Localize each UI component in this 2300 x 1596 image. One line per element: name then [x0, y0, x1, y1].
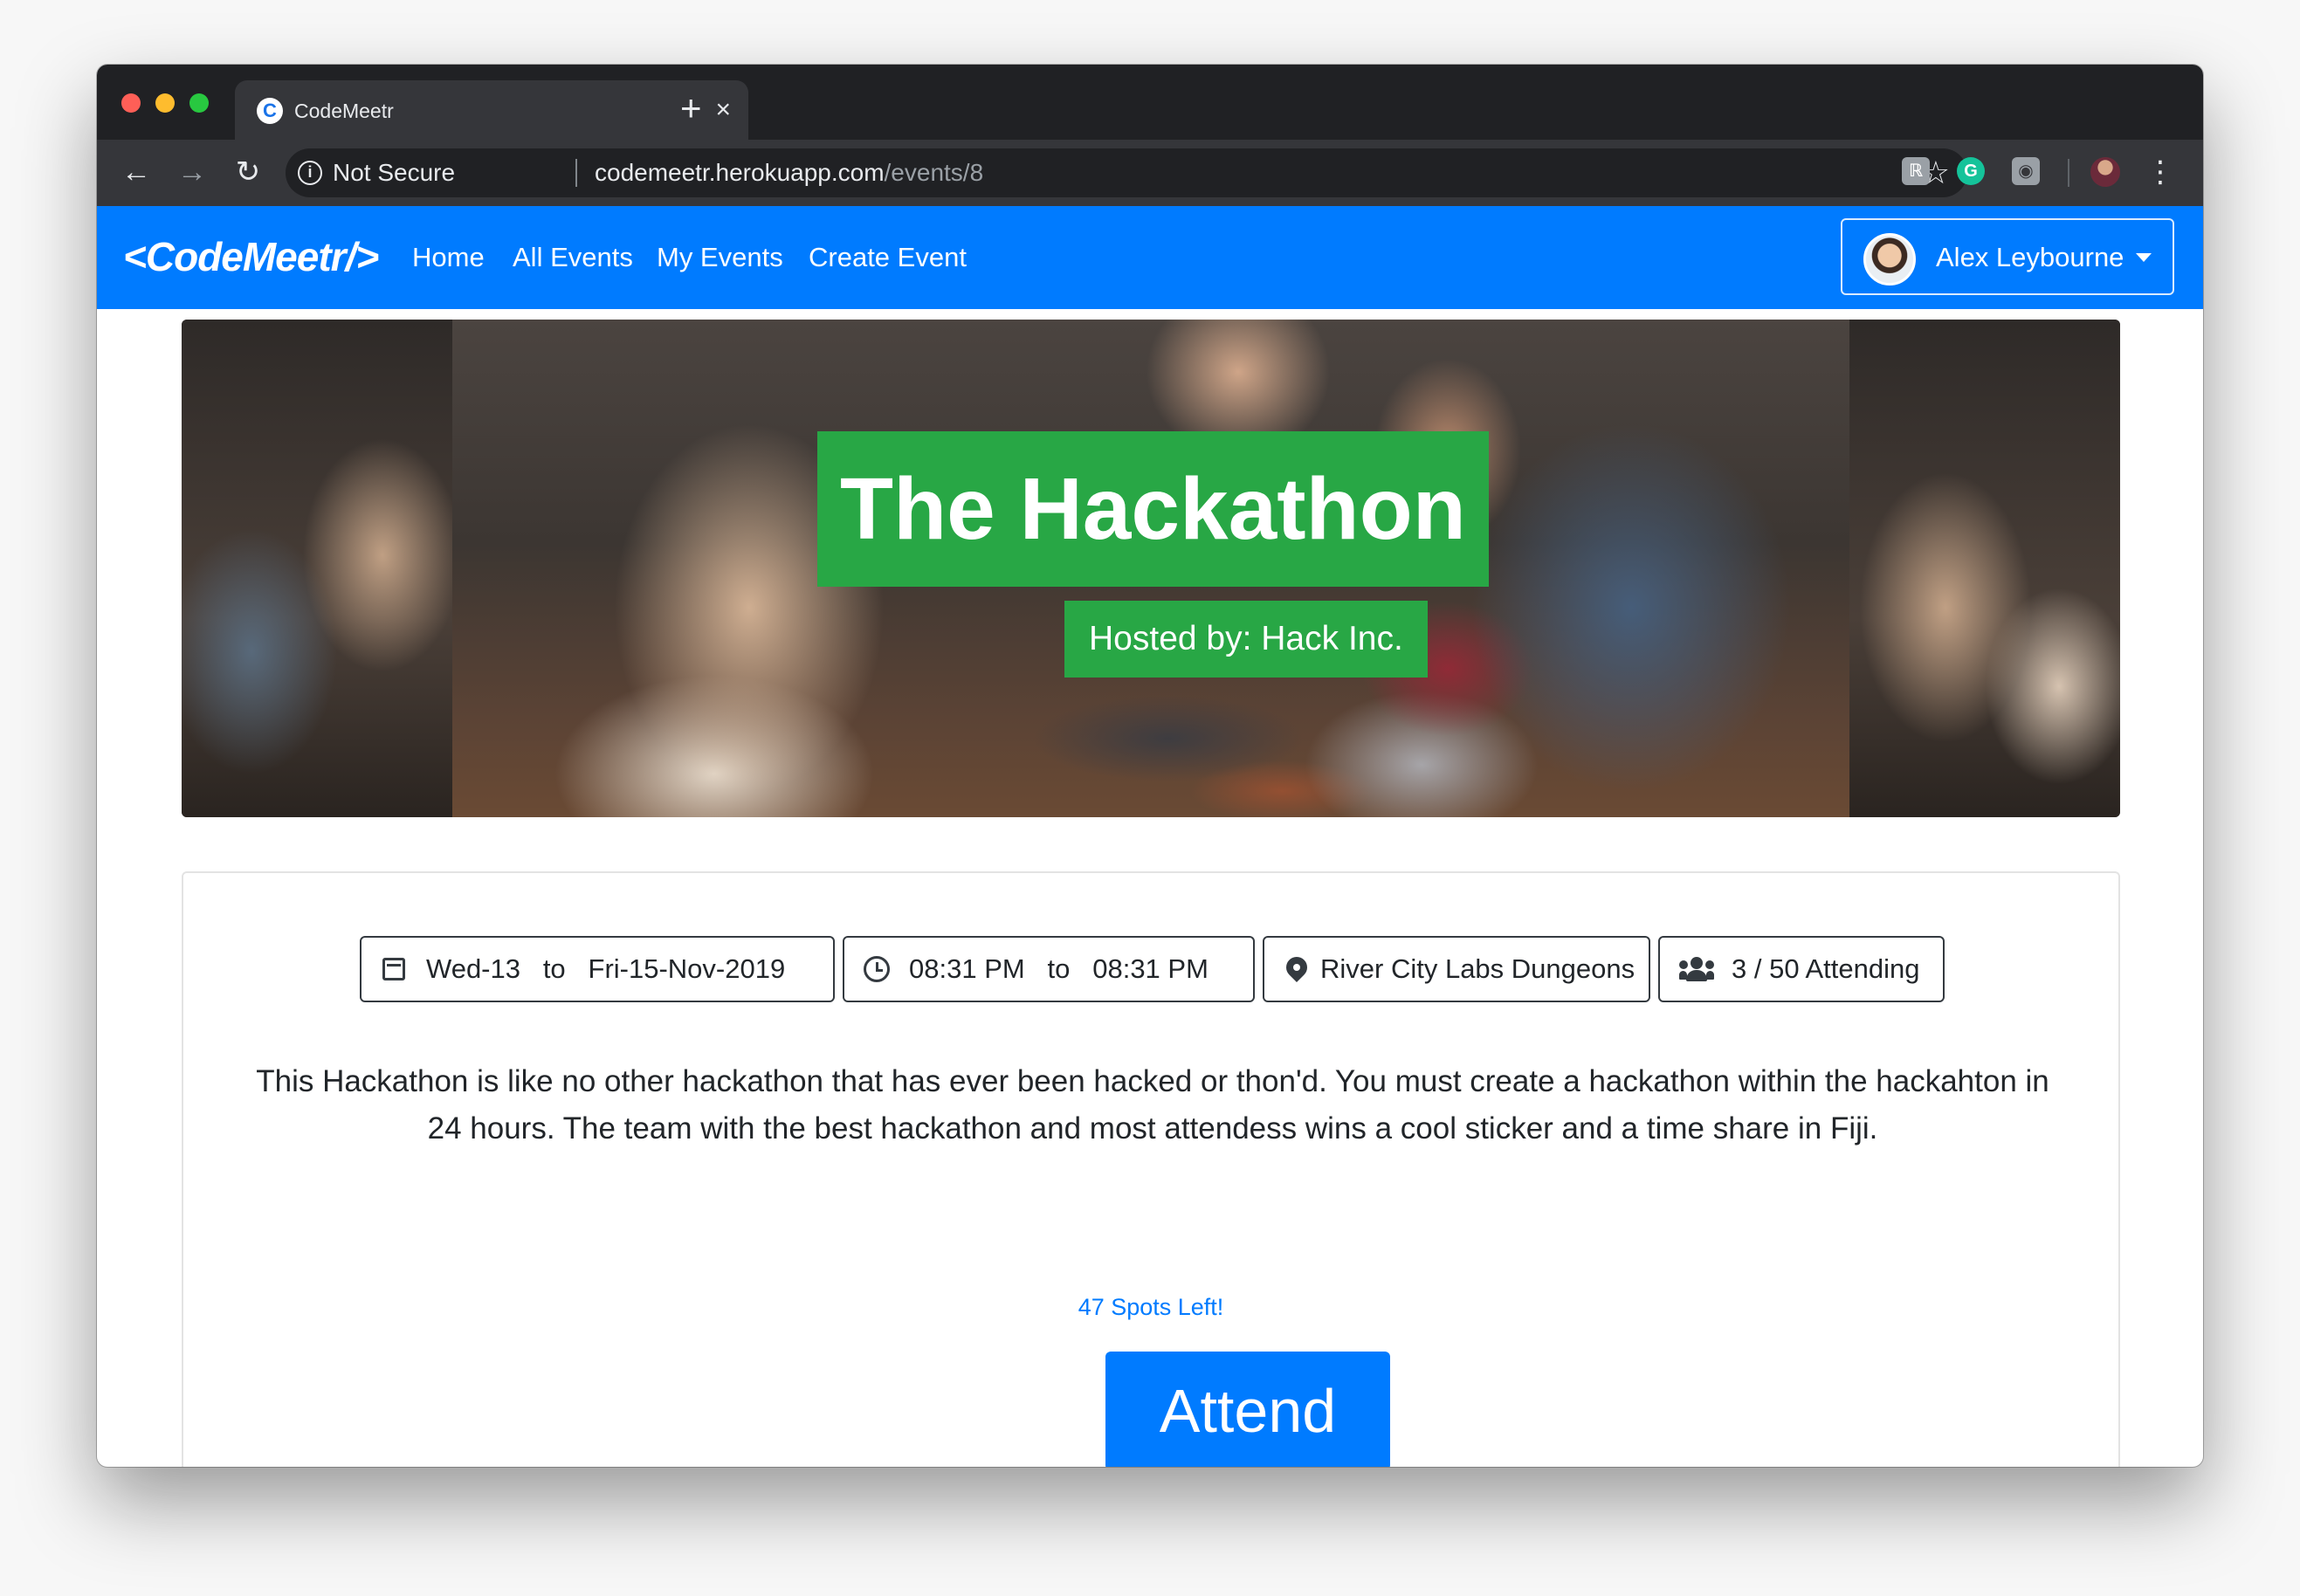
minimize-window-button[interactable]	[155, 93, 175, 113]
reload-icon[interactable]: ↻	[228, 152, 268, 192]
users-icon	[1677, 938, 1716, 1006]
codemeetr-favicon-icon: C	[257, 98, 283, 124]
close-window-button[interactable]	[121, 93, 141, 113]
avatar	[1863, 233, 1916, 285]
event-title: The Hackathon	[817, 431, 1489, 587]
calendar-icon	[379, 938, 409, 1003]
date-range: Wed-13 to Fri-15-Nov-2019	[426, 953, 786, 984]
tab-close-icon[interactable]: ×	[715, 96, 731, 124]
attending-badge: 3 / 50 Attending	[1658, 936, 1945, 1002]
caret-down-icon	[2136, 253, 2152, 262]
location: River City Labs Dungeons	[1320, 953, 1635, 984]
tab-title: CodeMeetr	[294, 100, 394, 122]
user-menu-button[interactable]: Alex Leybourne	[1841, 218, 2174, 295]
url-host: codemeetr.herokuapp.com	[595, 159, 885, 186]
clock-icon	[862, 938, 892, 1005]
browser-tab[interactable]: C CodeMeetr ×	[235, 80, 748, 140]
browser-window: C CodeMeetr × + ← → ↻ i Not Secure codem…	[97, 65, 2203, 1467]
date-badge: Wed-13 to Fri-15-Nov-2019	[360, 936, 835, 1002]
camera-extension-icon[interactable]: ◉	[2012, 157, 2040, 185]
browser-profile-avatar[interactable]	[2090, 157, 2120, 187]
toolbar-divider	[2068, 159, 2069, 187]
grammarly-extension-icon[interactable]: G	[1957, 157, 1985, 185]
user-name: Alex Leybourne	[1936, 242, 2124, 272]
map-pin-icon	[1282, 938, 1312, 1001]
browser-menu-icon[interactable]: ⋮	[2145, 152, 2175, 192]
site-navbar: <CodeMeetr/> Home All Events My Events C…	[97, 206, 2203, 309]
nav-link-all-events[interactable]: All Events	[513, 241, 633, 274]
back-arrow-icon[interactable]: ←	[116, 152, 156, 192]
nav-link-create-event[interactable]: Create Event	[809, 241, 967, 274]
spots-left: 47 Spots Left!	[1078, 1294, 1224, 1320]
info-icon[interactable]: i	[298, 161, 322, 185]
event-hero-image: The Hackathon Hosted by: Hack Inc.	[182, 320, 2120, 817]
attending-count: 3 / 50 Attending	[1732, 953, 1920, 984]
browser-toolbar: ← → ↻ i Not Secure codemeetr.herokuapp.c…	[97, 140, 2203, 206]
address-bar[interactable]: i Not Secure codemeetr.herokuapp.com/eve…	[286, 148, 1967, 197]
nav-link-my-events[interactable]: My Events	[657, 241, 783, 274]
event-host: Hosted by: Hack Inc.	[1064, 601, 1428, 678]
url-text[interactable]: codemeetr.herokuapp.com/events/8	[595, 159, 983, 187]
nav-link-home[interactable]: Home	[412, 241, 485, 274]
tab-strip: C CodeMeetr × +	[97, 65, 2203, 140]
event-details-card: Wed-13 to Fri-15-Nov-2019 08:31 PM to 08…	[182, 871, 2120, 1467]
attend-button[interactable]: Attend	[1105, 1352, 1390, 1467]
hero-photo-right	[1849, 320, 2120, 817]
time-badge: 08:31 PM to 08:31 PM	[843, 936, 1255, 1002]
brand-logo[interactable]: <CodeMeetr/>	[123, 232, 379, 281]
event-meta-badges: Wed-13 to Fri-15-Nov-2019 08:31 PM to 08…	[183, 936, 2118, 1002]
new-tab-button[interactable]: +	[680, 90, 702, 127]
event-description: This Hackathon is like no other hackatho…	[256, 1064, 2049, 1145]
extension-icon[interactable]: ℝ	[1902, 157, 1930, 185]
hero-photo-left	[182, 320, 452, 817]
maximize-window-button[interactable]	[189, 93, 209, 113]
location-badge: River City Labs Dungeons	[1263, 936, 1650, 1002]
url-path: /events/8	[884, 159, 984, 186]
security-label[interactable]: Not Secure	[333, 159, 455, 187]
omnibox-divider	[575, 159, 577, 187]
forward-arrow-icon[interactable]: →	[172, 152, 212, 192]
time-range: 08:31 PM to 08:31 PM	[909, 953, 1209, 984]
